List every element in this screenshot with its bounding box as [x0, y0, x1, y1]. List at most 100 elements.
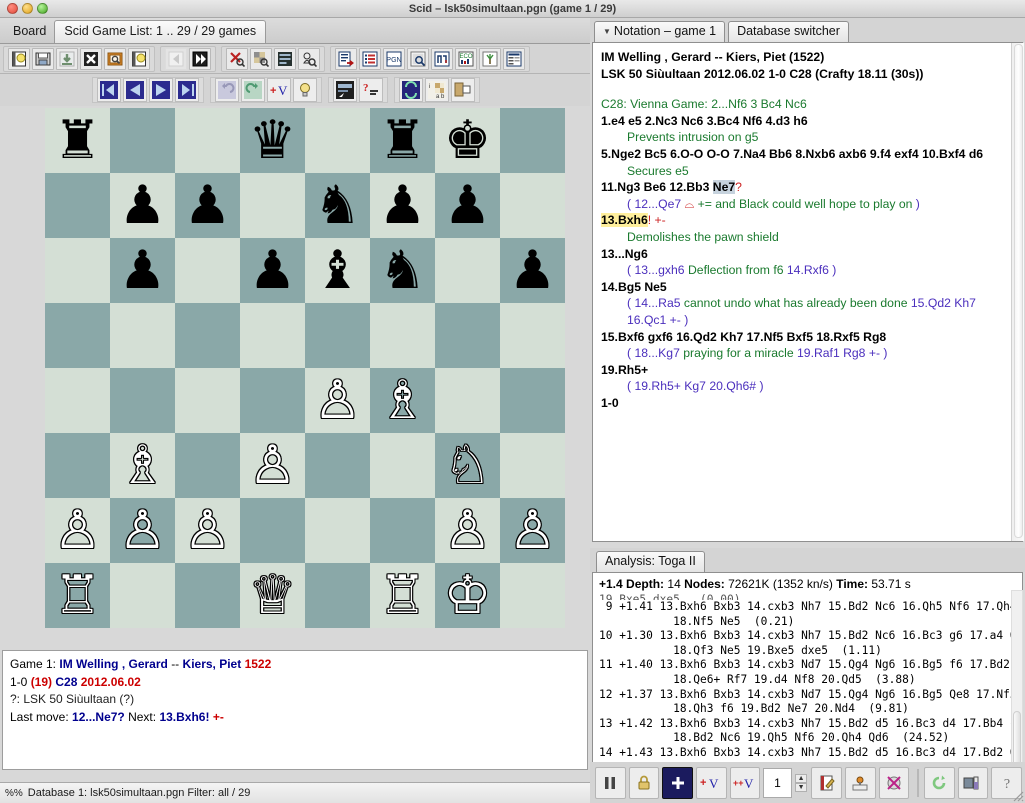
chess-piece[interactable]: ♗ — [379, 374, 427, 427]
redo-icon[interactable] — [241, 78, 265, 102]
tab-board[interactable]: Board — [4, 21, 55, 43]
save-database-icon[interactable] — [56, 48, 78, 70]
notation-line[interactable]: 13.Bxh6! +- — [601, 212, 1014, 229]
board-square[interactable] — [175, 303, 240, 368]
notation-token[interactable]: +- — [655, 213, 666, 227]
board-square[interactable] — [45, 173, 110, 238]
chess-piece[interactable]: ♙ — [54, 504, 102, 557]
chess-piece[interactable]: ♚ — [444, 114, 492, 167]
board-square[interactable] — [500, 433, 565, 498]
analysis-line[interactable]: 18.Qf3 Ne5 19.Bxe5 dxe5 (1.11) — [599, 644, 1016, 659]
chess-piece[interactable]: ♟ — [119, 179, 167, 232]
comment-editor-icon[interactable] — [333, 78, 357, 102]
flip-board-icon[interactable] — [399, 78, 423, 102]
notation-token[interactable]: ( 14...Ra5 — [627, 296, 684, 310]
board-square[interactable] — [370, 433, 435, 498]
board-square[interactable]: ♔ — [435, 563, 500, 628]
notation-line[interactable]: Secures e5 — [601, 163, 1014, 180]
board-square[interactable] — [45, 433, 110, 498]
annotate-icon[interactable] — [811, 767, 842, 799]
board-square[interactable]: ♘ — [435, 433, 500, 498]
header-search-icon[interactable] — [274, 48, 296, 70]
notation-token[interactable]: 14.Rxf6 — [787, 263, 832, 277]
board-square[interactable] — [305, 433, 370, 498]
analysis-line[interactable]: 18.Nf5 Ne5 (0.21) — [599, 615, 1016, 630]
notation-token[interactable]: ! — [648, 213, 655, 227]
board-square[interactable]: ♖ — [45, 563, 110, 628]
chess-piece[interactable]: ♟ — [444, 179, 492, 232]
notation-token[interactable]: and Black could well hope to play on — [715, 197, 916, 211]
chess-piece[interactable]: ♔ — [444, 569, 492, 622]
board-square[interactable]: ♗ — [370, 368, 435, 433]
notation-scrollbar[interactable] — [1011, 43, 1024, 541]
notation-token[interactable]: 19.Raf1 Rg8 +- ) — [797, 346, 887, 360]
board-square[interactable] — [175, 563, 240, 628]
close-database-icon[interactable] — [80, 48, 102, 70]
stop-engine-icon[interactable] — [879, 767, 910, 799]
notation-line[interactable]: ( 13...gxh6 Deflection from f6 14.Rxf6 ) — [601, 262, 1014, 279]
analysis-line[interactable]: 14 +1.43 13.Bxh6 Bxb3 14.cxb3 Nh7 15.Bd2… — [599, 746, 1016, 761]
board-square[interactable] — [110, 108, 175, 173]
game-info-panel[interactable]: Game 1: IM Welling , Gerard -- Kiers, Pi… — [2, 650, 588, 770]
chess-piece[interactable]: ♞ — [379, 244, 427, 297]
analysis-line[interactable]: 18.Bd2 Nc6 19.Qh5 Nf6 20.Qh4 Qd6 (24.52) — [599, 731, 1016, 746]
open-database-icon[interactable] — [32, 48, 54, 70]
board-square[interactable] — [240, 303, 305, 368]
tab-database-switcher[interactable]: Database switcher — [728, 21, 849, 42]
board-square[interactable]: ♞ — [370, 238, 435, 303]
chess-piece[interactable]: ♜ — [379, 114, 427, 167]
pause-icon[interactable] — [595, 767, 626, 799]
add-variation-icon[interactable]: +V — [696, 767, 727, 799]
board-square[interactable]: ♝ — [305, 238, 370, 303]
chevron-down-icon[interactable]: ▼ — [603, 27, 611, 36]
notation-token[interactable]: cannot undo what has already been done — [684, 296, 911, 310]
undo-icon[interactable] — [215, 78, 239, 102]
board-square[interactable]: ♜ — [45, 108, 110, 173]
board-square[interactable] — [435, 303, 500, 368]
notation-line[interactable]: Prevents intrusion on g5 — [601, 129, 1014, 146]
board-square[interactable] — [175, 238, 240, 303]
chess-piece[interactable]: ♟ — [119, 244, 167, 297]
analysis-panel[interactable]: +1.4 Depth: 14 Nodes: 72621K (1352 kn/s)… — [592, 572, 1023, 778]
restart-engine-icon[interactable] — [924, 767, 955, 799]
finder-icon[interactable] — [104, 48, 126, 70]
board-square[interactable]: ♙ — [175, 498, 240, 563]
notation-token[interactable]: Prevents intrusion on g5 — [627, 130, 758, 144]
board-square[interactable]: ♙ — [110, 498, 175, 563]
notation-line[interactable]: ( 18...Kg7 praying for a miracle 19.Raf1… — [601, 345, 1014, 362]
chess-piece[interactable]: ♟ — [184, 179, 232, 232]
board-square[interactable] — [305, 303, 370, 368]
notation-token[interactable]: ( 13...gxh6 — [627, 263, 688, 277]
chess-piece[interactable]: ♙ — [444, 504, 492, 557]
player-list-icon[interactable] — [359, 48, 381, 70]
chess-piece[interactable]: ♙ — [509, 504, 557, 557]
notation-line[interactable]: 1-0 — [601, 395, 1014, 412]
notation-line[interactable]: ( 14...Ra5 cannot undo what has already … — [601, 295, 1014, 312]
notation-line[interactable]: 14.Bg5 Ne5 — [601, 279, 1014, 296]
chess-piece[interactable]: ♗ — [119, 439, 167, 492]
notation-line[interactable]: 19.Rh5+ — [601, 362, 1014, 379]
engine-manager-icon[interactable] — [958, 767, 989, 799]
notation-token[interactable]: ( 12...Qe7 — [627, 197, 685, 211]
pgn-window-icon[interactable]: PGN — [383, 48, 405, 70]
notation-token[interactable]: 15.Bxf6 gxf6 16.Qd2 Kh7 17.Nf5 Bxf5 18.R… — [601, 330, 886, 344]
notation-line[interactable]: 15.Bxf6 gxf6 16.Qd2 Kh7 17.Nf5 Bxf5 18.R… — [601, 329, 1014, 346]
board-square[interactable]: ♟ — [175, 173, 240, 238]
new-database-icon[interactable] — [8, 48, 30, 70]
chess-piece[interactable]: ♖ — [379, 569, 427, 622]
minimize-icon[interactable] — [22, 3, 33, 14]
notation-current-move[interactable]: 13.Bxh6 — [601, 213, 648, 227]
notation-token[interactable]: ) — [832, 263, 836, 277]
chess-piece[interactable]: ♟ — [379, 179, 427, 232]
tournament-finder-icon[interactable] — [407, 48, 429, 70]
chess-piece[interactable]: ♜ — [54, 114, 102, 167]
board-square[interactable]: ♟ — [435, 173, 500, 238]
notation-scrollbar-thumb[interactable] — [1014, 44, 1023, 538]
analysis-line[interactable]: 18.Qe6+ Rf7 19.d4 Nf8 20.Qd5 (3.88) — [599, 673, 1016, 688]
board-square[interactable] — [240, 368, 305, 433]
board-square[interactable] — [175, 368, 240, 433]
coordinates-icon[interactable]: ia b — [425, 78, 449, 102]
eco-browser-icon[interactable]: ECO — [455, 48, 477, 70]
close-icon[interactable] — [7, 3, 18, 14]
notation-line[interactable]: 13...Ng6 — [601, 246, 1014, 263]
